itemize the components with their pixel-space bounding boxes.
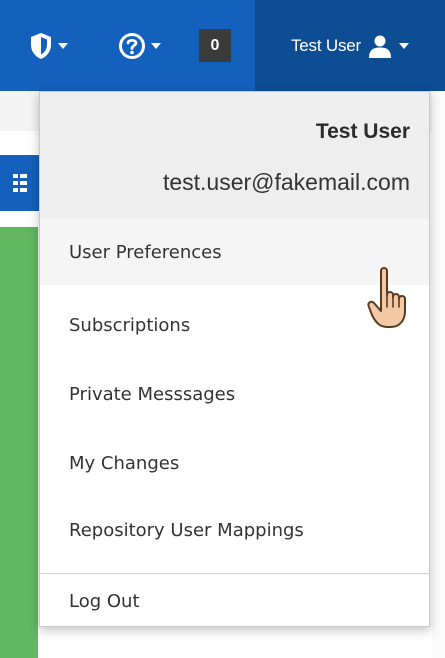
hand-pointer-cursor-icon bbox=[367, 267, 406, 328]
grid-icon bbox=[13, 174, 27, 192]
chevron-down-icon bbox=[57, 42, 68, 49]
help-circle-icon bbox=[118, 32, 145, 59]
chevron-down-icon bbox=[399, 42, 409, 49]
sidebar-green-bar bbox=[0, 227, 38, 658]
security-menu-button[interactable] bbox=[14, 0, 82, 91]
user-dropdown-menu: Test User test.user@fakemail.com User Pr… bbox=[39, 91, 430, 627]
user-menu-label: Test User bbox=[291, 35, 361, 55]
user-display-name: Test User bbox=[315, 120, 410, 143]
chevron-down-icon bbox=[150, 42, 161, 49]
user-icon bbox=[369, 35, 391, 58]
page-right-edge bbox=[432, 91, 445, 658]
menu-item-log-out[interactable]: Log Out bbox=[40, 578, 429, 624]
notification-counter[interactable]: 0 bbox=[199, 29, 231, 62]
top-navigation-bar: 0 Test User bbox=[0, 0, 445, 91]
shield-icon bbox=[30, 32, 51, 59]
user-email: test.user@fakemail.com bbox=[162, 169, 410, 195]
menu-item-private-messages[interactable]: Private Messsages bbox=[40, 361, 429, 427]
user-menu-button[interactable]: Test User bbox=[255, 0, 445, 91]
menu-divider bbox=[40, 573, 429, 574]
grid-view-button[interactable] bbox=[0, 155, 40, 211]
user-info-header: Test User test.user@fakemail.com bbox=[40, 92, 429, 219]
menu-item-repository-user-mappings[interactable]: Repository User Mappings bbox=[40, 497, 429, 563]
help-menu-button[interactable] bbox=[104, 0, 174, 91]
menu-item-my-changes[interactable]: My Changes bbox=[40, 430, 429, 496]
